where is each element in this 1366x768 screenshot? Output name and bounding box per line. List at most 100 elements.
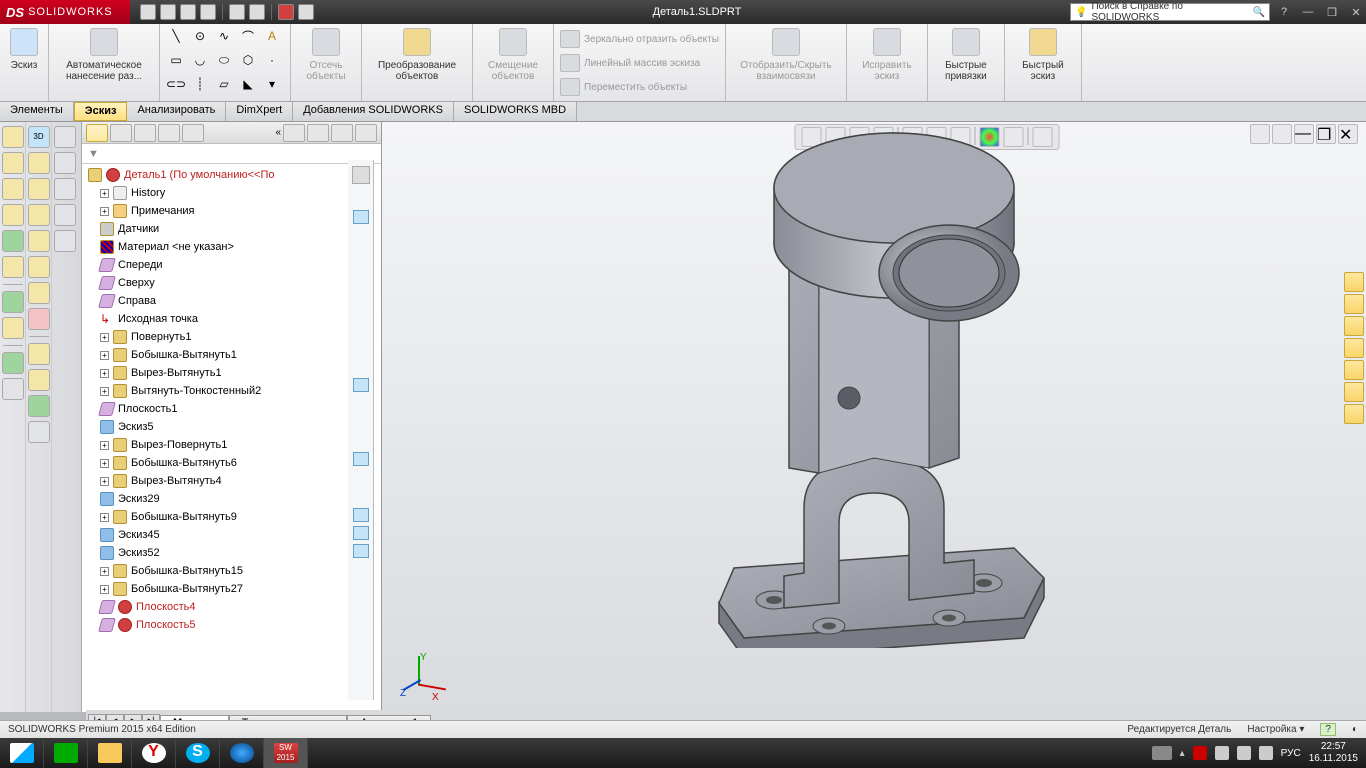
- mirror-button[interactable]: Зеркально отразить объекты: [560, 30, 719, 48]
- pattern-button[interactable]: [2, 291, 24, 313]
- mass-props-button[interactable]: [54, 152, 76, 174]
- circle-tool[interactable]: ⊙: [190, 26, 210, 46]
- design-library-tab[interactable]: [1344, 294, 1364, 314]
- cut-extrude-button[interactable]: [28, 369, 50, 391]
- tree-boss15[interactable]: +Бобышка-Вытянуть15: [82, 562, 381, 580]
- tree-cut4[interactable]: +Вырез-Вытянуть4: [82, 472, 381, 490]
- point-tool[interactable]: ·: [262, 50, 282, 70]
- fm-tab-dimxpert[interactable]: [158, 124, 180, 142]
- expand-icon[interactable]: +: [100, 513, 109, 522]
- rebuild-button[interactable]: [278, 4, 294, 20]
- features-boundary-button[interactable]: [2, 230, 24, 252]
- tree-origin[interactable]: ↳Исходная точка: [82, 310, 381, 328]
- fm-filter-bar[interactable]: ▼: [82, 144, 381, 164]
- help-button[interactable]: ?: [1274, 4, 1294, 20]
- instant3d-button[interactable]: [28, 204, 50, 226]
- yandex-button[interactable]: Y: [132, 738, 176, 768]
- battery-icon[interactable]: [1259, 746, 1273, 760]
- slot-tool[interactable]: ⊂⊃: [166, 74, 186, 94]
- move-entities-button[interactable]: Переместить объекты: [560, 78, 687, 96]
- options-button[interactable]: [298, 4, 314, 20]
- features-sweep-button[interactable]: [2, 178, 24, 200]
- expand-icon[interactable]: +: [100, 567, 109, 576]
- skype-button[interactable]: S: [176, 738, 220, 768]
- appearances-tab[interactable]: [1344, 360, 1364, 380]
- tree-cut1[interactable]: +Вырез-Вытянуть1: [82, 364, 381, 382]
- expand-icon[interactable]: +: [100, 459, 109, 468]
- features-loft-button[interactable]: [2, 204, 24, 226]
- tab-addins[interactable]: Добавления SOLIDWORKS: [293, 102, 454, 121]
- quick-snaps-button[interactable]: Быстрые привязки: [934, 26, 998, 84]
- help-search-input[interactable]: 💡 Поиск в Справке по SOLIDWORKS 🔍: [1070, 3, 1270, 21]
- new-button[interactable]: [140, 4, 156, 20]
- tree-sketch45[interactable]: Эскиз45: [82, 526, 381, 544]
- draft-button[interactable]: [2, 352, 24, 374]
- fm-tab-tree[interactable]: [86, 124, 108, 142]
- chamfer-tool[interactable]: ◣: [238, 74, 258, 94]
- expand-icon[interactable]: +: [100, 387, 109, 396]
- maximize-button[interactable]: ❐: [1322, 4, 1342, 20]
- check-button[interactable]: [54, 230, 76, 252]
- tree-root[interactable]: Деталь1 (По умолчанию<<По: [82, 166, 381, 184]
- tree-boss6[interactable]: +Бобышка-Вытянуть6: [82, 454, 381, 472]
- curves-button[interactable]: [28, 178, 50, 200]
- tree-plane4[interactable]: Плоскость4: [82, 598, 381, 616]
- link-views-button[interactable]: [1250, 124, 1270, 144]
- wrap-button[interactable]: [28, 230, 50, 252]
- linear-pattern-button[interactable]: Линейный массив эскиза: [560, 54, 700, 72]
- expand-icon[interactable]: +: [100, 585, 109, 594]
- ellipse-tool[interactable]: ⬭: [214, 50, 234, 70]
- collapse-icon[interactable]: «: [275, 127, 281, 138]
- trim-button[interactable]: Отсечь объекты: [297, 26, 355, 84]
- plane-tool[interactable]: ▱: [214, 74, 234, 94]
- expand-icon[interactable]: +: [100, 351, 109, 360]
- cut-revolve-button[interactable]: [28, 395, 50, 417]
- display-pane-toggle[interactable]: [352, 166, 370, 184]
- tab-analyze[interactable]: Анализировать: [127, 102, 226, 121]
- smart-dimension-button[interactable]: Автоматическое нанесение раз...: [55, 26, 153, 84]
- 3dsketch-button[interactable]: 3D: [28, 126, 50, 148]
- line-tool[interactable]: ╲: [166, 26, 186, 46]
- tab-dimxpert[interactable]: DimXpert: [226, 102, 293, 121]
- language-indicator[interactable]: РУС: [1281, 748, 1301, 759]
- intersect-button[interactable]: [28, 282, 50, 304]
- resources-tab[interactable]: [1344, 272, 1364, 292]
- doc-restore-button[interactable]: ❐: [1316, 124, 1336, 144]
- measure-button[interactable]: [54, 126, 76, 148]
- tree-top-plane[interactable]: Сверху: [82, 274, 381, 292]
- tree-boss27[interactable]: +Бобышка-Вытянуть27: [82, 580, 381, 598]
- centerline-tool[interactable]: ┊: [190, 74, 210, 94]
- minimize-button[interactable]: —: [1298, 4, 1318, 20]
- doc-minimize-button[interactable]: —: [1294, 124, 1314, 144]
- fm-extra-3[interactable]: [331, 124, 353, 142]
- fm-extra-1[interactable]: [283, 124, 305, 142]
- save-button[interactable]: [180, 4, 196, 20]
- cut-sweep-button[interactable]: [28, 421, 50, 443]
- polygon-tool[interactable]: ⬡: [238, 50, 258, 70]
- tray-expand-icon[interactable]: ▴: [1180, 748, 1185, 759]
- repair-button[interactable]: Исправить эскиз: [853, 26, 921, 84]
- features-fillet-button[interactable]: [2, 256, 24, 278]
- tree-history[interactable]: +History: [82, 184, 381, 202]
- forum-tab[interactable]: [1344, 404, 1364, 424]
- text-tool[interactable]: A: [262, 26, 282, 46]
- tree-boss9[interactable]: +Бобышка-Вытянуть9: [82, 508, 381, 526]
- expand-icon[interactable]: +: [100, 189, 109, 198]
- sensor-button[interactable]: [54, 204, 76, 226]
- close-button[interactable]: ✕: [1346, 4, 1366, 20]
- customize-button[interactable]: Настройка ▾: [1247, 724, 1304, 735]
- volume-icon[interactable]: [1237, 746, 1251, 760]
- store-button[interactable]: [44, 738, 88, 768]
- features-revolve-button[interactable]: [2, 152, 24, 174]
- tree-right-plane[interactable]: Справа: [82, 292, 381, 310]
- tree-sketch5[interactable]: Эскиз5: [82, 418, 381, 436]
- spline-tool[interactable]: ∿: [214, 26, 234, 46]
- tree-sensors[interactable]: Датчики: [82, 220, 381, 238]
- features-extrude-button[interactable]: [2, 126, 24, 148]
- file-explorer-tab[interactable]: [1344, 316, 1364, 336]
- rectangle-tool[interactable]: ▭: [166, 50, 186, 70]
- expand-icon[interactable]: +: [100, 441, 109, 450]
- section-button[interactable]: [54, 178, 76, 200]
- tab-mbd[interactable]: SOLIDWORKS MBD: [454, 102, 577, 121]
- viewport-button[interactable]: [1272, 124, 1292, 144]
